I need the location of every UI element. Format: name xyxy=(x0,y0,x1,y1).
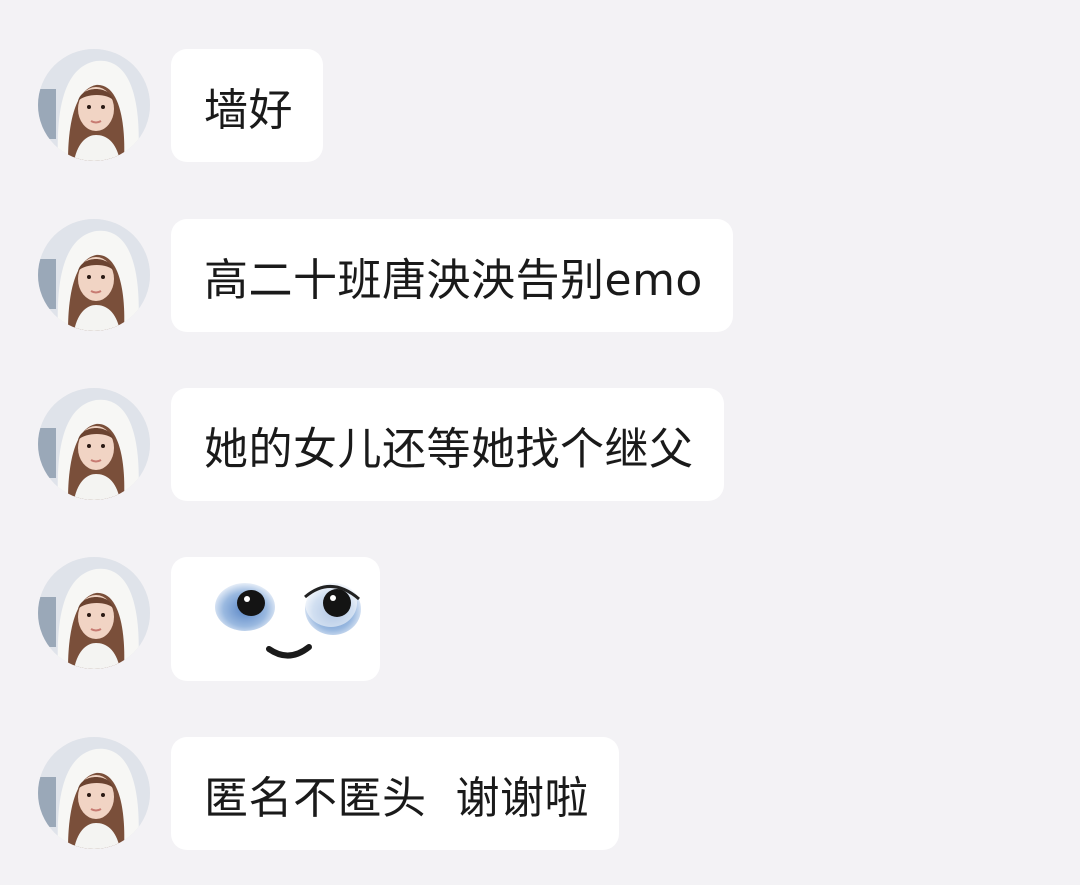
chat-message-list: 墙好 高二十班唐泱泱告别emo 她的女儿还等她找个继父 匿名不匿头 谢谢啦 xyxy=(0,0,1080,885)
message-row: 她的女儿还等她找个继父 xyxy=(38,388,724,501)
hooded-girl-avatar-icon xyxy=(38,737,150,849)
hooded-girl-avatar-icon xyxy=(38,49,150,161)
user-avatar[interactable] xyxy=(38,49,150,161)
user-avatar[interactable] xyxy=(38,737,150,849)
message-row: 墙好 xyxy=(38,49,323,162)
hooded-girl-avatar-icon xyxy=(38,388,150,500)
message-text: 高二十班唐泱泱告别emo xyxy=(204,254,703,306)
message-bubble[interactable]: 匿名不匿头 谢谢啦 xyxy=(171,737,619,850)
message-bubble[interactable]: 她的女儿还等她找个继父 xyxy=(171,388,724,501)
message-text: 她的女儿还等她找个继父 xyxy=(204,423,694,475)
message-text: 墙好 xyxy=(204,84,293,136)
sticker-bubble[interactable] xyxy=(171,557,380,681)
message-bubble[interactable]: 墙好 xyxy=(171,49,323,162)
message-row xyxy=(38,557,380,681)
message-bubble[interactable]: 高二十班唐泱泱告别emo xyxy=(171,219,733,332)
message-row: 匿名不匿头 谢谢啦 xyxy=(38,737,619,850)
message-row: 高二十班唐泱泱告别emo xyxy=(38,219,733,332)
hooded-girl-avatar-icon xyxy=(38,557,150,669)
crying-face-sticker-icon xyxy=(187,571,367,671)
user-avatar[interactable] xyxy=(38,557,150,669)
user-avatar[interactable] xyxy=(38,219,150,331)
hooded-girl-avatar-icon xyxy=(38,219,150,331)
user-avatar[interactable] xyxy=(38,388,150,500)
message-text: 匿名不匿头 谢谢啦 xyxy=(204,772,589,824)
